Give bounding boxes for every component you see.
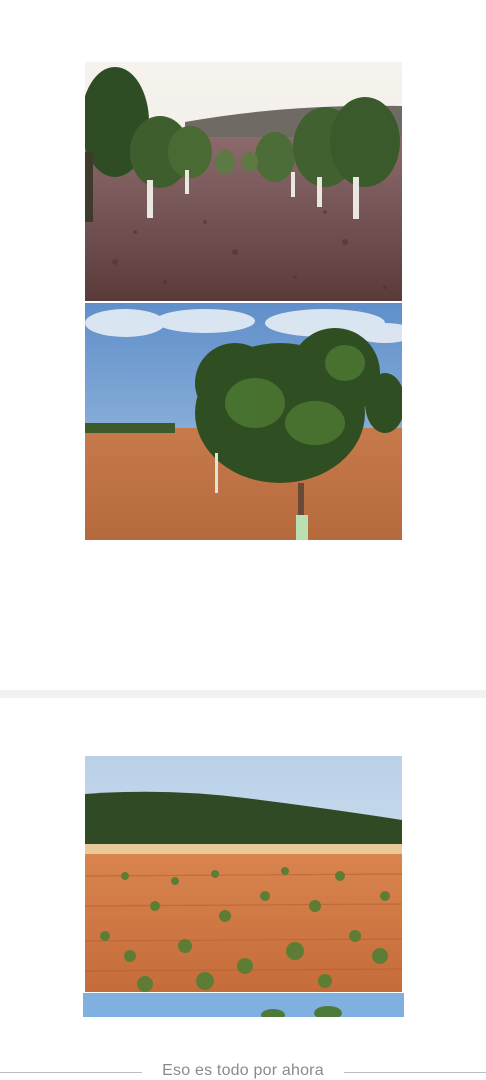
young-orchard-photo[interactable]	[85, 756, 402, 992]
pistachio-tree-photo-red-soil[interactable]	[85, 303, 402, 540]
end-of-feed-message: Eso es todo por ahora	[162, 1062, 324, 1079]
end-of-feed: Eso es todo por ahora	[0, 1060, 486, 1080]
feed-divider	[0, 690, 486, 698]
orchard-photo-gray-soil[interactable]	[85, 62, 402, 301]
next-photo-partial[interactable]	[83, 993, 404, 1017]
